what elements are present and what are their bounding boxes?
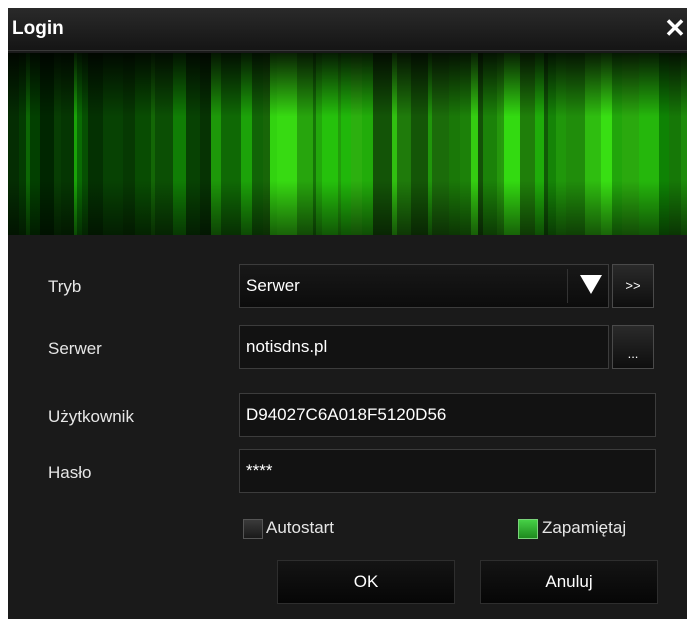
mode-select-value: Serwer (246, 276, 300, 295)
chevron-down-icon[interactable] (580, 275, 602, 294)
banner-graphic (8, 53, 687, 235)
green-equalizer-banner (8, 53, 687, 235)
remember-checkbox[interactable] (518, 519, 538, 539)
password-label: Hasło (48, 463, 92, 482)
cancel-button[interactable]: Anuluj (480, 560, 658, 604)
password-input[interactable] (239, 449, 656, 493)
dialog-title: Login (12, 18, 64, 39)
title-bar: Login ✕ (8, 8, 687, 51)
close-icon[interactable]: ✕ (663, 12, 687, 44)
autostart-checkbox[interactable] (243, 519, 263, 539)
more-options-button[interactable]: >> (612, 264, 654, 308)
mode-select[interactable]: Serwer (239, 264, 609, 308)
login-form: Tryb Serwer >> Serwer ... Użytkownik Has… (8, 235, 687, 619)
ok-button[interactable]: OK (277, 560, 455, 604)
autostart-label[interactable]: Autostart (266, 518, 334, 538)
server-label: Serwer (48, 339, 102, 358)
browse-server-button[interactable]: ... (612, 325, 654, 369)
server-input[interactable] (239, 325, 609, 369)
remember-label[interactable]: Zapamiętaj (542, 518, 626, 538)
user-label: Użytkownik (48, 407, 134, 426)
login-dialog: Login ✕ Tryb Serwer >> Serwer notisdns.p… (8, 8, 687, 619)
username-input[interactable] (239, 393, 656, 437)
select-divider (567, 269, 568, 303)
mode-label: Tryb (48, 277, 82, 296)
